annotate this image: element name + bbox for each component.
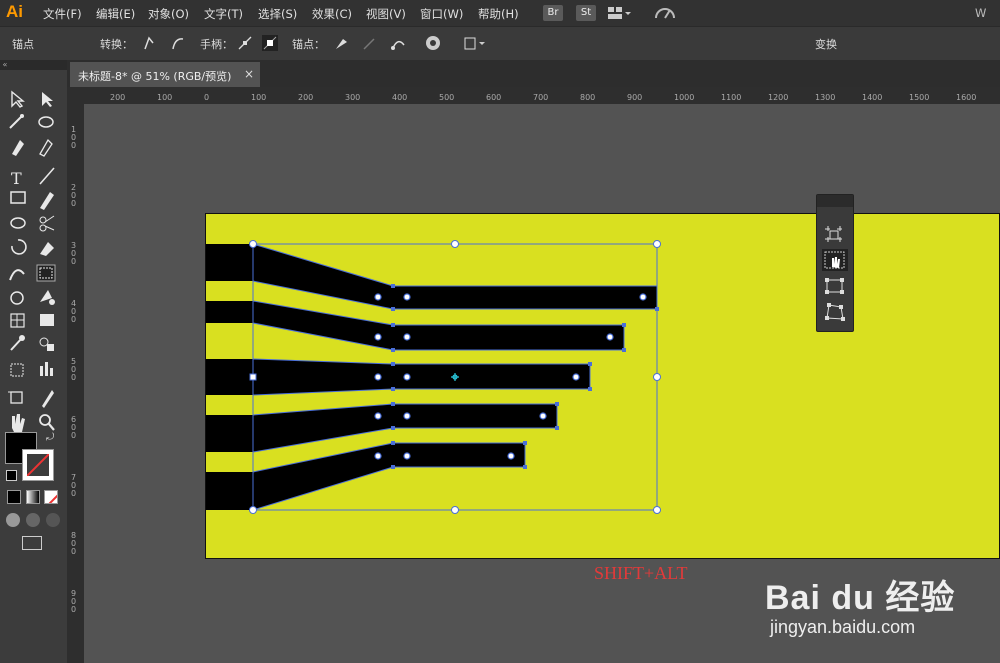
perspective-icon[interactable] bbox=[822, 301, 848, 323]
hand-select-icon[interactable] bbox=[822, 249, 848, 271]
transform-free-icon[interactable] bbox=[822, 275, 848, 297]
left-bar-1 bbox=[206, 244, 254, 281]
panel-grip[interactable] bbox=[817, 195, 853, 207]
fan-strip-1 bbox=[253, 244, 393, 309]
baidu-watermark-url: jingyan.baidu.com bbox=[770, 617, 916, 637]
baidu-watermark-logo: Bai du 经验 bbox=[765, 579, 956, 617]
left-bar-4 bbox=[206, 415, 254, 452]
fan-strip-2 bbox=[253, 301, 393, 350]
fan-strip-4 bbox=[253, 404, 393, 452]
isolate-icon[interactable] bbox=[822, 223, 848, 245]
left-bar-3 bbox=[206, 359, 254, 395]
shortcut-hint: SHIFT+ALT bbox=[594, 563, 688, 583]
right-bar-5 bbox=[393, 443, 525, 467]
left-bar-5 bbox=[206, 472, 254, 510]
left-bar-2 bbox=[206, 301, 254, 323]
shape-group bbox=[206, 244, 657, 510]
right-bar-1 bbox=[393, 286, 657, 309]
right-bar-2 bbox=[393, 325, 624, 350]
right-bar-3 bbox=[393, 364, 590, 389]
fan-strip-5 bbox=[253, 443, 393, 510]
touch-widget-panel bbox=[816, 194, 854, 332]
right-bar-4 bbox=[393, 404, 557, 428]
